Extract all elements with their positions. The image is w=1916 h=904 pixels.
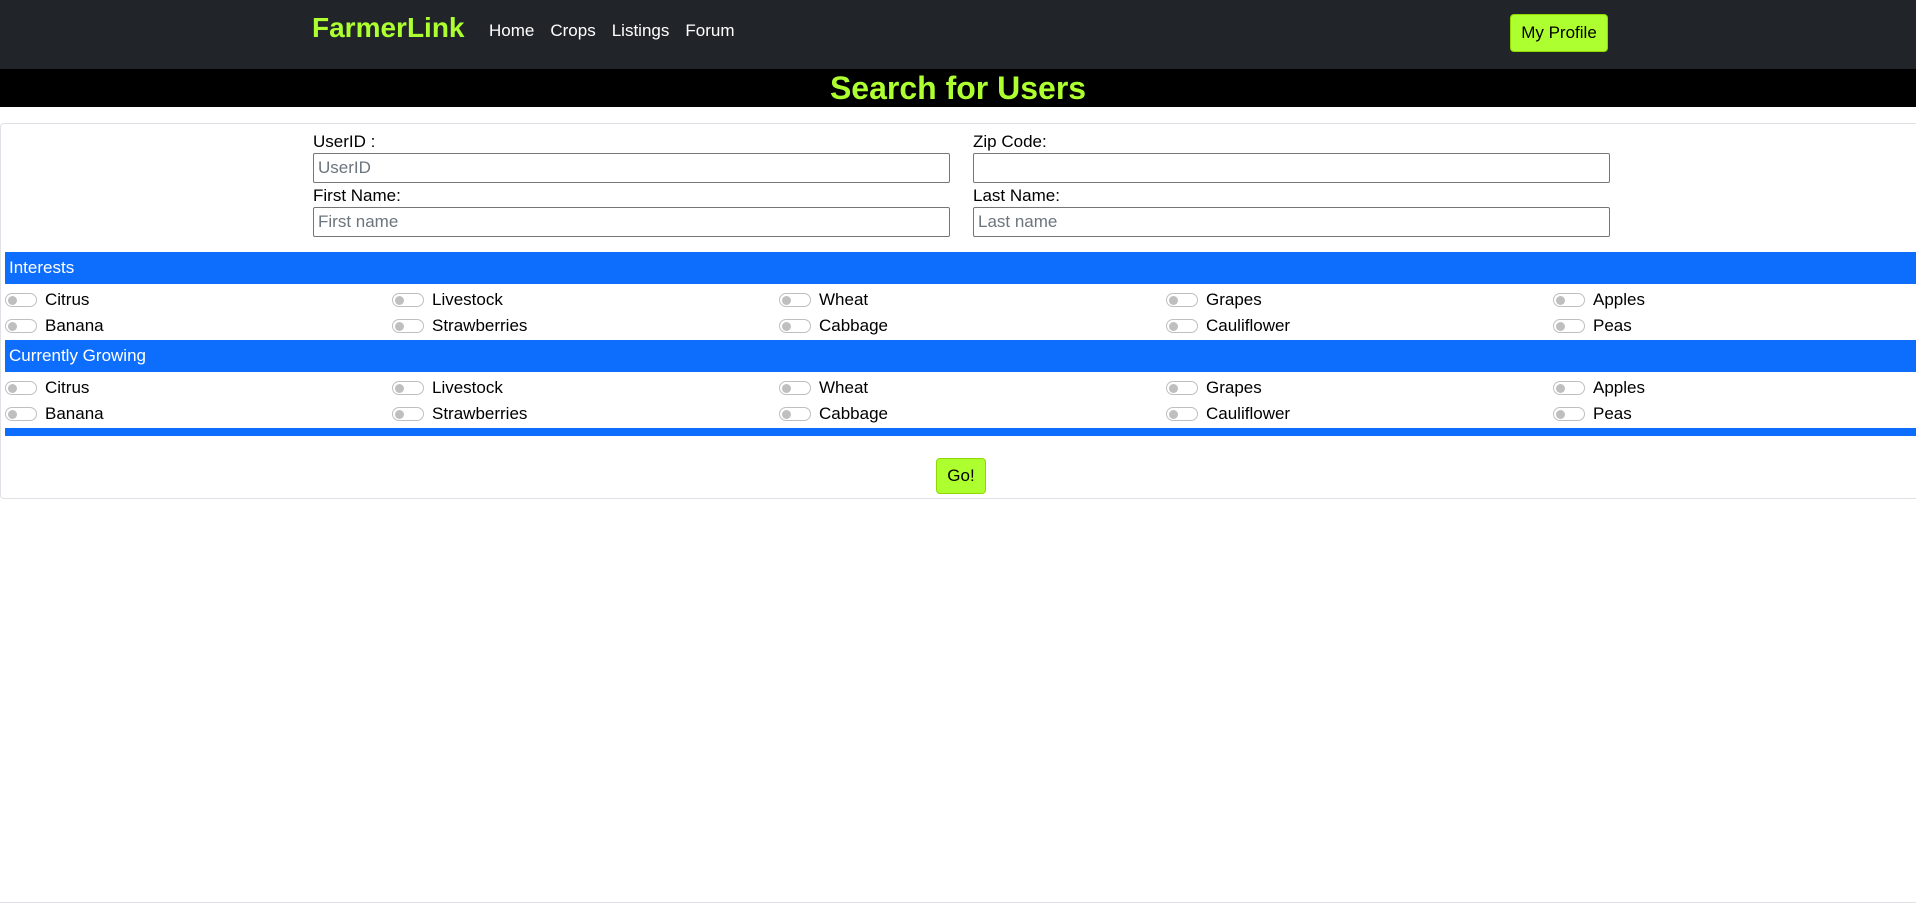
userid-field: UserID : — [313, 131, 950, 183]
growing-toggle-cabbage[interactable]: Cabbage — [779, 401, 1166, 427]
interest-toggle-peas[interactable]: Peas — [1553, 313, 1916, 339]
zip-field: Zip Code: — [973, 131, 1610, 183]
interest-toggle-citrus[interactable]: Citrus — [5, 287, 392, 313]
growing-toggle-strawberries[interactable]: Strawberries — [392, 401, 779, 427]
growing-toggle-cauliflower[interactable]: Cauliflower — [1166, 401, 1553, 427]
navbar: FarmerLink Home Crops Listings Forum My … — [0, 0, 1916, 69]
zip-input[interactable] — [973, 153, 1610, 183]
nav-links: Home Crops Listings Forum — [481, 21, 742, 41]
my-profile-button[interactable]: My Profile — [1510, 14, 1608, 52]
toggle-switch[interactable] — [1166, 293, 1198, 307]
nav-link-listings[interactable]: Listings — [604, 21, 678, 41]
toggle-label: Banana — [45, 316, 104, 335]
title-band: Search for Users — [0, 69, 1916, 107]
interest-toggle-grapes[interactable]: Grapes — [1166, 287, 1553, 313]
toggle-switch[interactable] — [779, 293, 811, 307]
interest-toggle-livestock[interactable]: Livestock — [392, 287, 779, 313]
first-name-input[interactable] — [313, 207, 950, 237]
toggle-switch[interactable] — [779, 381, 811, 395]
footer-divider — [0, 902, 1916, 903]
toggle-switch[interactable] — [5, 319, 37, 333]
toggle-switch[interactable] — [1553, 381, 1585, 395]
toggle-label: Apples — [1593, 378, 1645, 397]
toggle-switch[interactable] — [392, 319, 424, 333]
toggle-label: Grapes — [1206, 378, 1262, 397]
growing-toggle-citrus[interactable]: Citrus — [5, 375, 392, 401]
last-name-field: Last Name: — [973, 185, 1610, 237]
interest-toggle-wheat[interactable]: Wheat — [779, 287, 1166, 313]
search-form: UserID : Zip Code: First Name: Last Name… — [0, 123, 1916, 499]
toggle-switch[interactable] — [1166, 407, 1198, 421]
growing-heading: Currently Growing — [5, 340, 1916, 372]
toggle-label: Strawberries — [432, 404, 528, 423]
toggle-switch[interactable] — [1553, 319, 1585, 333]
userid-input[interactable] — [313, 153, 950, 183]
toggle-label: Peas — [1593, 316, 1632, 335]
toggle-switch[interactable] — [5, 293, 37, 307]
zip-label: Zip Code: — [973, 132, 1047, 151]
toggle-label: Cauliflower — [1206, 316, 1291, 335]
growing-toggle-grapes[interactable]: Grapes — [1166, 375, 1553, 401]
growing-toggle-livestock[interactable]: Livestock — [392, 375, 779, 401]
userid-label: UserID : — [313, 132, 376, 151]
nav-link-forum[interactable]: Forum — [677, 21, 742, 41]
toggle-label: Livestock — [432, 378, 503, 397]
toggle-label: Cabbage — [819, 316, 889, 335]
toggle-switch[interactable] — [1553, 293, 1585, 307]
growing-toggle-apples[interactable]: Apples — [1553, 375, 1916, 401]
growing-toggles: Citrus Livestock Wheat Grapes Apples Ban… — [5, 375, 1916, 427]
toggle-switch[interactable] — [779, 407, 811, 421]
nav-link-crops[interactable]: Crops — [542, 21, 603, 41]
toggle-label: Citrus — [45, 290, 90, 309]
toggle-switch[interactable] — [1166, 319, 1198, 333]
interest-toggle-cauliflower[interactable]: Cauliflower — [1166, 313, 1553, 339]
page-title: Search for Users — [829, 70, 1087, 106]
toggle-label: Grapes — [1206, 290, 1262, 309]
interests-toggles: Citrus Livestock Wheat Grapes Apples Ban… — [5, 287, 1916, 339]
interest-toggle-strawberries[interactable]: Strawberries — [392, 313, 779, 339]
toggle-label: Wheat — [819, 290, 869, 309]
toggle-label: Citrus — [45, 378, 90, 397]
toggle-switch[interactable] — [5, 407, 37, 421]
interest-toggle-apples[interactable]: Apples — [1553, 287, 1916, 313]
toggle-label: Banana — [45, 404, 104, 423]
toggle-label: Strawberries — [432, 316, 528, 335]
last-name-label: Last Name: — [973, 186, 1060, 205]
toggle-switch[interactable] — [392, 381, 424, 395]
toggle-switch[interactable] — [1553, 407, 1585, 421]
last-name-input[interactable] — [973, 207, 1610, 237]
toggle-label: Livestock — [432, 290, 503, 309]
interest-toggle-cabbage[interactable]: Cabbage — [779, 313, 1166, 339]
toggle-switch[interactable] — [1166, 381, 1198, 395]
toggle-switch[interactable] — [779, 319, 811, 333]
first-name-label: First Name: — [313, 186, 401, 205]
interests-heading: Interests — [5, 252, 1916, 284]
toggle-switch[interactable] — [392, 407, 424, 421]
toggle-label: Cabbage — [819, 404, 889, 423]
growing-toggle-peas[interactable]: Peas — [1553, 401, 1916, 427]
toggle-label: Apples — [1593, 290, 1645, 309]
toggle-label: Peas — [1593, 404, 1632, 423]
go-button[interactable]: Go! — [936, 458, 986, 494]
nav-link-home[interactable]: Home — [481, 21, 542, 41]
first-name-field: First Name: — [313, 185, 950, 237]
interest-toggle-banana[interactable]: Banana — [5, 313, 392, 339]
toggle-label: Cauliflower — [1206, 404, 1291, 423]
growing-toggle-wheat[interactable]: Wheat — [779, 375, 1166, 401]
toggle-switch[interactable] — [392, 293, 424, 307]
toggle-label: Wheat — [819, 378, 869, 397]
toggle-switch[interactable] — [5, 381, 37, 395]
section-divider — [5, 428, 1916, 436]
brand-logo[interactable]: FarmerLink — [312, 12, 465, 44]
growing-toggle-banana[interactable]: Banana — [5, 401, 392, 427]
